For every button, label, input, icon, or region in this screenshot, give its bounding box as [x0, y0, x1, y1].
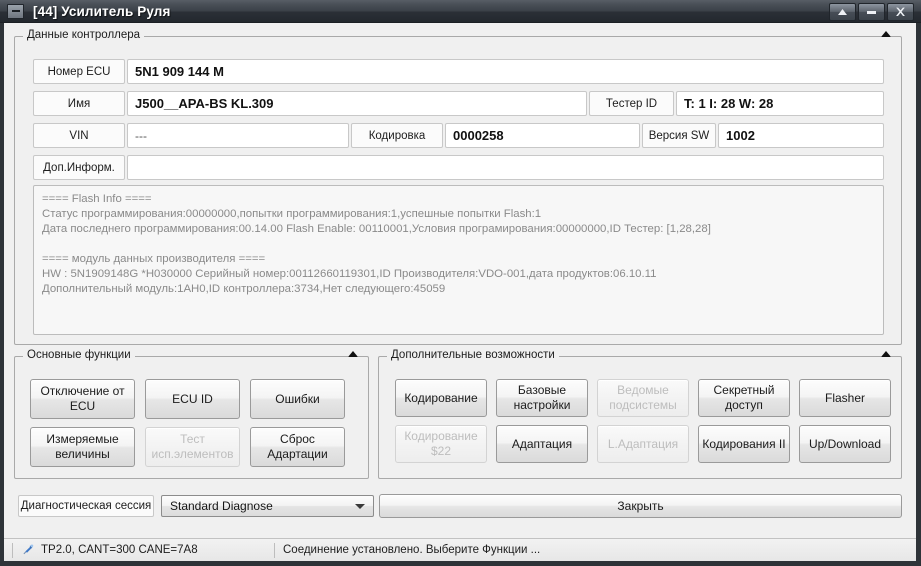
sw-version-value[interactable]: 1002 [718, 123, 884, 148]
controller-data-group: Данные контроллера Номер ECU 5N1 909 144… [14, 29, 902, 345]
extra-info-label: Доп.Информ. [33, 155, 125, 180]
button-flasher[interactable]: Flasher [799, 379, 891, 417]
sw-version-label: Версия SW [642, 123, 716, 148]
close-x-icon [896, 7, 905, 16]
info-line: ==== Flash Info ==== [42, 193, 152, 205]
chevron-down-icon [355, 504, 365, 509]
tester-id-label: Тестер ID [589, 91, 674, 116]
info-line: Дополнительный модуль:1AH0,ID контроллер… [42, 283, 446, 295]
minus-icon [867, 11, 876, 14]
button-coding-22: Кодирование $22 [395, 425, 487, 463]
button-basic-settings[interactable]: Базовые настройки [496, 379, 588, 417]
close-dialog-button[interactable]: Закрыть [379, 494, 902, 518]
vin-label: VIN [33, 123, 125, 148]
extra-functions-legend: Дополнительные возможности [387, 349, 559, 361]
button-long-adaptation: L.Адаптация [597, 425, 689, 463]
button-ecu-id[interactable]: ECU ID [145, 379, 240, 419]
button-disconnect-ecu[interactable]: Отключение от ECU [30, 379, 135, 419]
main-functions-legend: Основные функции [23, 349, 135, 361]
diagnostic-session-select[interactable]: Standard Diagnose [161, 495, 374, 517]
ecu-number-label: Номер ECU [33, 59, 125, 84]
button-secret-access[interactable]: Секретный доступ [698, 379, 790, 417]
title-bar: [44] Усилитель Руля [0, 0, 921, 23]
info-line [42, 237, 875, 252]
button-up-download[interactable]: Up/Download [799, 425, 891, 463]
window-controls [829, 3, 914, 21]
status-separator [12, 542, 13, 558]
button-slave-subsystems: Ведомые подсистемы [597, 379, 689, 417]
collapse-extra-functions-icon[interactable] [881, 351, 891, 357]
info-line: Статус программирования:00000000,попытки… [42, 208, 542, 220]
window-title: [44] Усилитель Руля [33, 3, 171, 19]
diagnostic-session-label: Диагностическая сессия [18, 495, 154, 517]
triangle-up-icon [838, 9, 847, 15]
plug-connector-icon [21, 542, 35, 559]
button-coding[interactable]: Кодирование [395, 379, 487, 417]
main-functions-group: Основные функции Отключение от ECU ECU I… [14, 349, 369, 479]
button-faults[interactable]: Ошибки [250, 379, 345, 419]
coding-label: Кодировка [351, 123, 443, 148]
button-reset-adaptation[interactable]: Сброс Адартации [250, 427, 345, 467]
ecu-number-value[interactable]: 5N1 909 144 M [127, 59, 884, 84]
button-measured-values[interactable]: Измеряемые величины [30, 427, 135, 467]
window-menu-icon[interactable] [7, 3, 24, 19]
button-actuator-test: Тест исп.элементов [145, 427, 240, 467]
status-protocol-text: TP2.0, CANT=300 CANE=7A8 [41, 544, 198, 556]
main-window: [44] Усилитель Руля Данные контроллера Н… [0, 0, 921, 566]
restore-button[interactable] [829, 3, 856, 21]
extra-functions-group: Дополнительные возможности Кодирование Б… [378, 349, 902, 479]
status-separator [274, 542, 275, 558]
info-line: Дата последнего программирования:00.14.0… [42, 223, 711, 235]
info-line: HW : 5N1909148G *H030000 Серийный номер:… [42, 268, 657, 280]
extra-info-value[interactable] [127, 155, 884, 180]
status-protocol-pane: TP2.0, CANT=300 CANE=7A8 [21, 542, 266, 559]
minimize-button[interactable] [858, 3, 885, 21]
collapse-controller-data-icon[interactable] [881, 31, 891, 37]
name-value[interactable]: J500__APA-BS KL.309 [127, 91, 587, 116]
status-message-text: Соединение установлено. Выберите Функции… [283, 544, 541, 556]
button-adaptation[interactable]: Адаптация [496, 425, 588, 463]
close-button[interactable] [887, 3, 914, 21]
name-label: Имя [33, 91, 125, 116]
info-line: ==== модуль данных производителя ==== [42, 253, 266, 265]
tester-id-value[interactable]: T: 1 I: 28 W: 28 [676, 91, 884, 116]
coding-value[interactable]: 0000258 [445, 123, 640, 148]
controller-data-legend: Данные контроллера [23, 29, 145, 41]
button-coding-2[interactable]: Кодирования II [698, 425, 790, 463]
flash-info-textarea[interactable]: ==== Flash Info ==== Статус программиров… [33, 185, 884, 335]
status-bar: TP2.0, CANT=300 CANE=7A8 Соединение уста… [4, 538, 916, 561]
vin-value[interactable]: --- [127, 123, 349, 148]
diagnostic-session-value: Standard Diagnose [170, 499, 273, 513]
collapse-main-functions-icon[interactable] [348, 351, 358, 357]
